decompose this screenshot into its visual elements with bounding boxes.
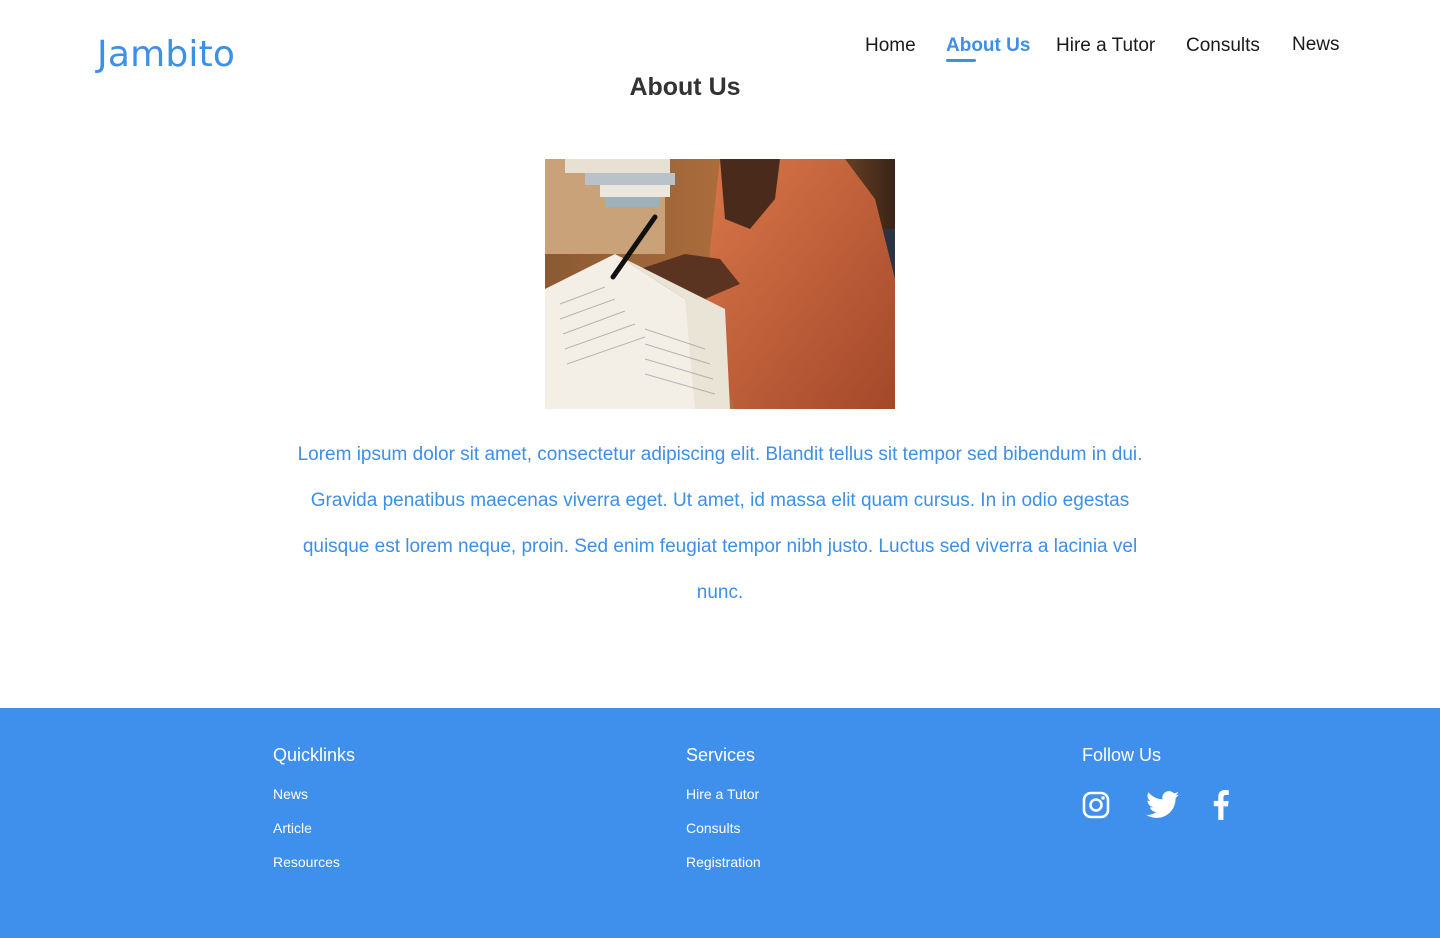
nav-consults[interactable]: Consults [1186, 35, 1260, 57]
nav-hire-a-tutor[interactable]: Hire a Tutor [1056, 35, 1155, 57]
social-links [1082, 790, 1230, 820]
instagram-icon[interactable] [1082, 791, 1110, 819]
footer-quicklinks: Quicklinks News Article Resources [273, 745, 355, 888]
facebook-icon[interactable] [1212, 790, 1230, 820]
footer-services: Services Hire a Tutor Consults Registrat… [686, 745, 761, 888]
services-heading: Services [686, 745, 756, 765]
quicklinks-heading: Quicklinks [273, 745, 356, 765]
about-description: Lorem ipsum dolor sit amet, consectetur … [297, 444, 1143, 603]
twitter-icon[interactable] [1146, 791, 1180, 819]
footer-link-article[interactable]: Article [273, 820, 355, 836]
footer-link-news[interactable]: News [273, 786, 355, 802]
footer-link-consults[interactable]: Consults [686, 820, 761, 836]
about-photo [545, 159, 895, 409]
nav-home[interactable]: Home [865, 35, 916, 57]
site-footer: Quicklinks News Article Resources Servic… [0, 708, 1440, 938]
active-nav-indicator [946, 59, 976, 62]
nav-about-us[interactable]: About Us [946, 35, 1030, 57]
footer-link-resources[interactable]: Resources [273, 854, 355, 870]
follow-us-heading: Follow Us [1082, 745, 1162, 765]
footer-follow-us: Follow Us [1082, 745, 1282, 875]
page-title: About Us [629, 73, 741, 101]
main-nav: Home About Us Hire a Tutor Consults News [0, 34, 1440, 75]
footer-link-registration[interactable]: Registration [686, 854, 761, 870]
footer-link-hire-a-tutor[interactable]: Hire a Tutor [686, 786, 761, 802]
nav-news[interactable]: News [1292, 34, 1340, 56]
